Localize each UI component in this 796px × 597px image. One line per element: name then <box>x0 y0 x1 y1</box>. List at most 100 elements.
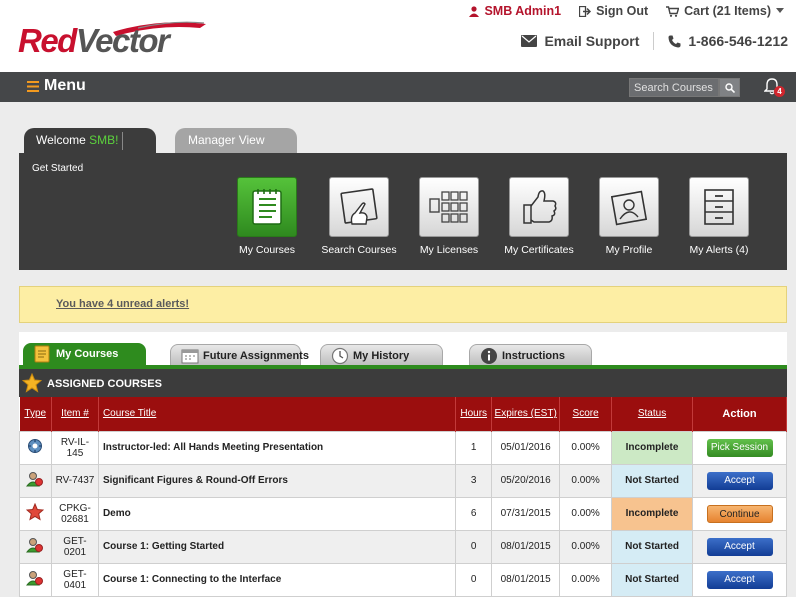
unread-alerts-link[interactable]: You have 4 unread alerts! <box>56 298 189 310</box>
online-course-icon <box>26 571 44 586</box>
calendar-icon <box>181 349 199 364</box>
my-profile-tile[interactable] <box>599 177 659 237</box>
col-type-header[interactable]: Type <box>19 397 52 431</box>
item-cell: RV-7437 <box>50 463 99 498</box>
col-item-header[interactable]: Item # <box>51 397 99 431</box>
hours-cell: 3 <box>455 463 493 498</box>
score-cell: 0.00% <box>559 496 613 531</box>
action-cell: Pick Session <box>692 430 787 465</box>
divider <box>653 32 655 50</box>
redvector-logo[interactable]: RedVector <box>18 14 218 58</box>
accept-button[interactable]: Accept <box>706 471 773 490</box>
my-courses-tile[interactable] <box>237 177 297 237</box>
accept-button[interactable]: Accept <box>706 537 773 556</box>
table-row: RV-7437 Significant Figures & Round-Off … <box>19 463 787 498</box>
sign-out-link[interactable]: Sign Out <box>579 4 648 18</box>
item-cell: CPKG-02681 <box>50 496 99 531</box>
tab-my-courses[interactable]: My Courses <box>23 343 146 365</box>
my-licenses-tile[interactable] <box>419 177 479 237</box>
notifications-button[interactable]: 4 <box>763 78 786 98</box>
action-cell: Accept <box>692 463 787 498</box>
tab-my-history[interactable]: My History <box>320 344 443 366</box>
package-star-icon <box>26 502 45 521</box>
col-expires-header[interactable]: Expires (EST) <box>491 397 561 431</box>
expires-cell: 05/01/2016 <box>491 430 561 465</box>
phone-icon <box>668 35 681 47</box>
my-alerts-label: My Alerts (4) <box>689 244 749 256</box>
clock-icon <box>331 347 349 365</box>
search-courses-input[interactable] <box>629 78 719 97</box>
cart-link[interactable]: Cart (21 Items) <box>666 4 784 18</box>
get-started-heading: Get Started <box>32 163 84 174</box>
type-cell <box>19 562 52 597</box>
tab-instructions[interactable]: Instructions <box>469 344 592 366</box>
user-account-link[interactable]: SMB Admin1 <box>469 4 561 18</box>
my-licenses-label: My Licenses <box>419 244 479 256</box>
profile-icon <box>611 190 647 226</box>
dashboard-panel: Get Started My Courses Search Courses My… <box>19 153 787 270</box>
tab-future-assignments[interactable]: Future Assignments <box>170 344 309 366</box>
account-links: SMB Admin1 Sign Out Cart (21 Items) <box>469 3 784 19</box>
score-cell: 0.00% <box>559 430 613 465</box>
table-row: RV-IL-145 Instructor-led: All Hands Meet… <box>19 430 787 465</box>
col-hours-header[interactable]: Hours <box>455 397 493 431</box>
course-title-cell[interactable]: Significant Figures & Round-Off Errors <box>97 463 457 498</box>
accept-button[interactable]: Accept <box>706 570 773 589</box>
type-cell <box>19 496 52 531</box>
course-title-cell[interactable]: Course 1: Getting Started <box>97 529 457 564</box>
info-icon <box>481 348 497 364</box>
notepad-icon <box>34 345 50 363</box>
star-icon <box>22 373 42 393</box>
main-menu-bar: Menu <box>0 72 796 102</box>
col-title-header[interactable]: Course Title <box>98 397 457 431</box>
expires-cell: 08/01/2015 <box>491 529 561 564</box>
table-row: GET-0201 Course 1: Getting Started 0 08/… <box>19 529 787 564</box>
item-cell: GET-0401 <box>50 562 99 597</box>
email-support-link[interactable]: Email Support <box>521 33 639 49</box>
phone-link[interactable]: 1-866-546-1212 <box>668 33 788 49</box>
hours-cell: 6 <box>455 496 493 531</box>
search-courses-label: Search Courses <box>321 244 397 256</box>
support-links: Email Support 1-866-546-1212 <box>521 32 788 50</box>
online-course-icon <box>26 472 44 487</box>
course-title-cell[interactable]: Course 1: Connecting to the Interface <box>97 562 457 597</box>
expires-cell: 08/01/2015 <box>491 562 561 597</box>
type-cell <box>19 529 52 564</box>
my-alerts-tile[interactable] <box>689 177 749 237</box>
cart-icon <box>666 5 680 17</box>
search-courses-tile[interactable] <box>329 177 389 237</box>
my-certificates-label: My Certificates <box>504 244 574 256</box>
my-certificates-tile[interactable] <box>509 177 569 237</box>
course-title-cell[interactable]: Instructor-led: All Hands Meeting Presen… <box>97 430 457 465</box>
tab-welcome[interactable]: Welcome SMB! <box>24 128 156 154</box>
action-cell: Continue <box>692 496 787 531</box>
notification-count-badge: 4 <box>774 86 785 97</box>
course-title-cell[interactable]: Demo <box>97 496 457 531</box>
type-cell <box>19 430 52 465</box>
status-cell: Not Started <box>611 463 694 498</box>
action-cell: Accept <box>692 562 787 597</box>
logo-wordmark: RedVector <box>18 22 170 59</box>
course-search <box>629 78 740 97</box>
item-cell: RV-IL-145 <box>50 430 99 465</box>
tab-manager-view[interactable]: Manager View <box>175 128 297 154</box>
pick-session-button[interactable]: Pick Session <box>706 438 773 457</box>
sign-out-icon <box>579 5 592 17</box>
thumbs-up-icon <box>523 190 557 224</box>
continue-button[interactable]: Continue <box>706 504 773 523</box>
col-score-header[interactable]: Score <box>559 397 613 431</box>
assigned-courses-table: Type Item # Course Title Hours Expires (… <box>19 397 787 597</box>
tab-manager-view-label: Manager View <box>188 133 265 147</box>
status-cell: Incomplete <box>611 430 694 465</box>
type-cell <box>19 463 52 498</box>
menu-button[interactable]: Menu <box>27 77 86 95</box>
col-status-header[interactable]: Status <box>611 397 694 431</box>
search-button[interactable] <box>719 78 740 97</box>
my-profile-label: My Profile <box>605 244 653 256</box>
hours-cell: 0 <box>455 529 493 564</box>
tab-welcome-label: Welcome SMB! <box>36 133 119 147</box>
site-header: RedVector SMB Admin1 Sign Out Cart (21 I… <box>0 0 796 72</box>
my-courses-label: My Courses <box>238 244 295 256</box>
table-row: GET-0401 Course 1: Connecting to the Int… <box>19 562 787 597</box>
expires-cell: 05/20/2016 <box>491 463 561 498</box>
